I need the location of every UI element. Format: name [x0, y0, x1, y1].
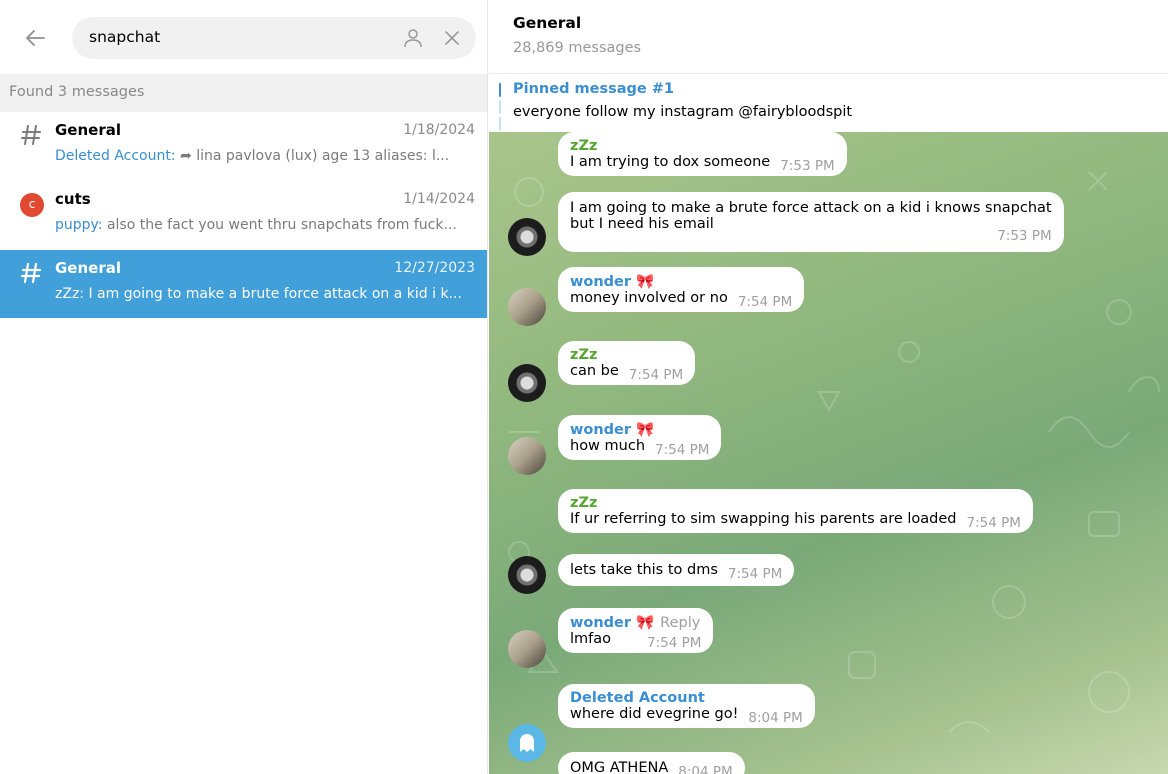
- result-preview: puppy: also the fact you went thru snapc…: [55, 217, 475, 233]
- message-author[interactable]: Deleted Account: [570, 690, 803, 706]
- bow-emoji-icon: 🎀: [636, 615, 655, 631]
- clear-search-icon[interactable]: [442, 28, 462, 48]
- message-bubble[interactable]: wonder 🎀 Reply lmfao 7:54 PM: [558, 608, 714, 653]
- bow-emoji-icon: 🎀: [636, 422, 655, 438]
- reply-label[interactable]: Reply: [660, 615, 700, 631]
- chat-title[interactable]: General: [513, 14, 581, 32]
- message-time: 7:54 PM: [737, 294, 793, 310]
- search-result-item[interactable]: c cuts 1/14/2024 puppy: also the fact yo…: [0, 181, 487, 249]
- group-avatar-letter: c: [28, 197, 36, 211]
- avatar-wonder[interactable]: [508, 630, 546, 668]
- back-arrow-icon[interactable]: [22, 24, 50, 52]
- search-header: snapchat: [0, 0, 488, 74]
- results-count-label: Found 3 messages: [9, 84, 145, 100]
- avatar-deleted-account[interactable]: [508, 724, 546, 762]
- message-time: 8:04 PM: [748, 710, 803, 726]
- message-text: how much 7:54 PM: [570, 438, 710, 458]
- chat-header[interactable]: General 28,869 messages: [489, 0, 1168, 74]
- hash-icon: [18, 122, 44, 148]
- message-bubble[interactable]: I am going to make a brute force attack …: [558, 192, 1064, 252]
- message-text: money involved or no 7:54 PM: [570, 290, 793, 310]
- bow-emoji-icon: 🎀: [636, 274, 655, 290]
- message-text: I am trying to dox someone 7:53 PM: [570, 154, 835, 174]
- ghost-icon: [520, 734, 534, 752]
- search-panel: snapchat Found 3 messages General 1/18/2…: [0, 0, 488, 774]
- avatar-zzz[interactable]: [508, 364, 546, 402]
- message-bubble[interactable]: zZz can be 7:54 PM: [558, 341, 696, 385]
- result-preview-text: also the fact you went thru snapchats fr…: [102, 217, 457, 233]
- pinned-title: Pinned message #1: [513, 81, 674, 97]
- result-chat-title: cuts: [55, 190, 91, 208]
- search-by-user-icon[interactable]: [402, 27, 424, 49]
- result-sender: Deleted Account:: [55, 148, 176, 164]
- message-time: 7:54 PM: [655, 442, 710, 458]
- message-author[interactable]: wonder 🎀: [570, 273, 792, 290]
- message-count: 28,869 messages: [513, 40, 642, 56]
- message-list[interactable]: zZz I am trying to dox someone 7:53 PM I …: [489, 132, 1168, 774]
- result-sender: puppy:: [55, 217, 103, 233]
- message-bubble[interactable]: zZz If ur referring to sim swapping his …: [558, 489, 1033, 533]
- pinned-indicator: [499, 83, 501, 131]
- message-text: I am going to make a brute force attack …: [570, 200, 1052, 216]
- result-chat-title: General: [55, 259, 121, 277]
- chat-panel: General 28,869 messages Pinned message #…: [489, 0, 1168, 774]
- result-preview-text: I am going to make a brute force attack …: [84, 286, 462, 302]
- result-preview-text: lina pavlova (lux) age 13 aliases: l...: [191, 148, 450, 164]
- result-date: 1/18/2024: [403, 122, 475, 138]
- message-author[interactable]: wonder 🎀: [570, 421, 709, 438]
- avatar-wonder[interactable]: [508, 288, 546, 326]
- message-text: OMG ATHENA 8:04 PM: [570, 760, 733, 774]
- avatar-zzz[interactable]: [508, 218, 546, 256]
- message-bubble[interactable]: lets take this to dms 7:54 PM: [558, 554, 795, 586]
- search-query[interactable]: snapchat: [89, 28, 160, 46]
- search-result-item-selected[interactable]: General 12/27/2023 zZz: I am going to ma…: [0, 250, 487, 318]
- message-author[interactable]: zZz: [570, 347, 683, 363]
- result-preview: Deleted Account: ➦ lina pavlova (lux) ag…: [55, 148, 475, 164]
- message-text: lets take this to dms 7:54 PM: [570, 562, 783, 582]
- message-bubble[interactable]: OMG ATHENA 8:04 PM: [558, 752, 745, 774]
- result-sender: zZz:: [55, 286, 85, 302]
- result-chat-title: General: [55, 121, 121, 139]
- pinned-text: everyone follow my instagram @fairyblood…: [513, 104, 853, 120]
- message-author[interactable]: zZz: [570, 138, 835, 154]
- message-time: 7:54 PM: [966, 515, 1021, 531]
- search-input[interactable]: snapchat: [72, 17, 476, 59]
- results-count-bar: Found 3 messages: [0, 74, 487, 112]
- group-avatar: c: [20, 193, 44, 217]
- hash-icon: [18, 260, 44, 286]
- result-preview: zZz: I am going to make a brute force at…: [55, 286, 475, 302]
- message-time: 7:54 PM: [647, 635, 702, 651]
- result-date: 12/27/2023: [394, 260, 475, 276]
- message-author[interactable]: wonder 🎀 Reply: [570, 614, 701, 631]
- message-time: 7:53 PM: [780, 158, 835, 174]
- search-result-item[interactable]: General 1/18/2024 Deleted Account: ➦ lin…: [0, 112, 487, 180]
- message-time: 7:54 PM: [727, 566, 783, 582]
- message-text: where did evegrine go! 8:04 PM: [570, 706, 803, 726]
- message-bubble[interactable]: wonder 🎀 how much 7:54 PM: [558, 415, 722, 460]
- message-bubble[interactable]: zZz I am trying to dox someone 7:53 PM: [558, 132, 847, 176]
- message-text: can be 7:54 PM: [570, 363, 684, 383]
- message-text: If ur referring to sim swapping his pare…: [570, 511, 1021, 531]
- message-time: 8:04 PM: [678, 764, 733, 774]
- pinned-message-bar[interactable]: Pinned message #1 everyone follow my ins…: [489, 75, 1168, 132]
- message-text: lmfao 7:54 PM: [570, 631, 702, 651]
- message-author[interactable]: zZz: [570, 495, 1021, 511]
- forward-arrow-icon: ➦: [175, 148, 192, 164]
- avatar-wonder[interactable]: [508, 437, 546, 475]
- result-date: 1/14/2024: [403, 191, 475, 207]
- avatar-zzz[interactable]: [508, 556, 546, 594]
- message-bubble[interactable]: wonder 🎀 money involved or no 7:54 PM: [558, 267, 805, 312]
- message-time: 7:54 PM: [628, 367, 684, 383]
- message-bubble[interactable]: Deleted Account where did evegrine go! 8:…: [558, 684, 815, 728]
